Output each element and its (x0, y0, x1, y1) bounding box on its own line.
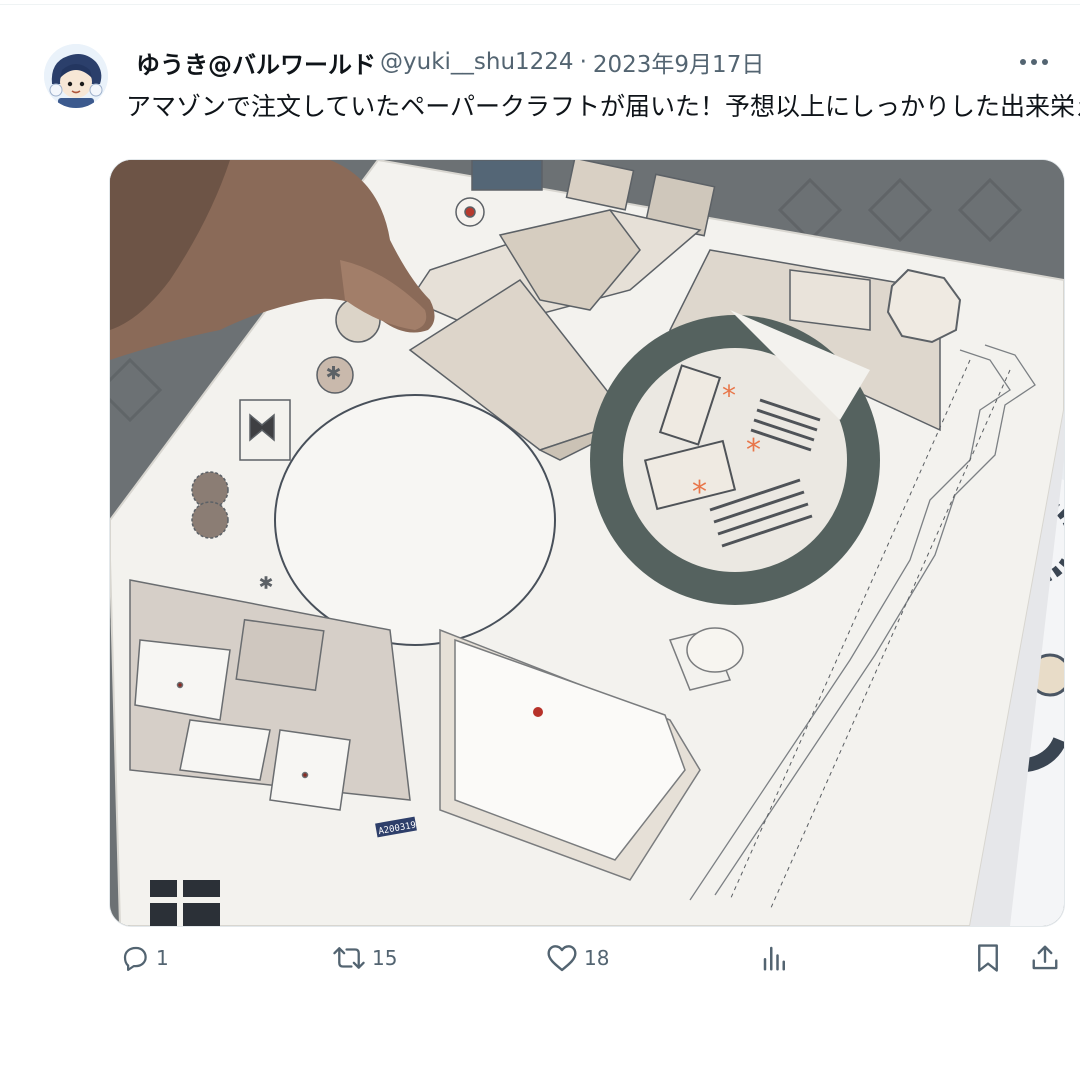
svg-text:*: * (327, 363, 340, 393)
share-button[interactable] (1030, 935, 1060, 981)
retweet-count: 15 (372, 946, 398, 970)
header-separator: · (579, 49, 587, 75)
reply-count: 1 (156, 946, 169, 970)
action-bar: 1 15 18 (0, 935, 1080, 981)
heart-icon (547, 945, 577, 972)
svg-text:*: * (746, 433, 761, 468)
retweet-icon (333, 947, 365, 969)
bookmark-icon (978, 944, 998, 972)
top-divider (0, 4, 1080, 5)
avatar-illustration (44, 44, 108, 108)
share-icon (1032, 945, 1058, 970)
svg-text:*: * (722, 379, 736, 412)
retweet-button[interactable]: 15 (332, 935, 397, 981)
svg-text:*: * (260, 573, 272, 601)
reply-button[interactable]: 1 (120, 935, 169, 981)
reply-icon (123, 946, 147, 971)
views-button[interactable] (760, 935, 790, 981)
tweet-date[interactable]: 2023年9月17日 (593, 45, 764, 79)
svg-text:*: * (692, 475, 707, 510)
papercraft-photo: * * * * * A200319 (110, 160, 1064, 926)
tweet-text: アマゾンで注文していたペーパークラフトが届いた！予想以上にしっかりした出来栄えw (126, 92, 1080, 121)
bookmark-button[interactable] (974, 935, 1002, 981)
tweet-photo[interactable]: * * * * * A200319 (110, 160, 1064, 926)
analytics-icon (763, 946, 785, 971)
author-handle[interactable]: @yuki__shu1224 (380, 49, 574, 75)
avatar[interactable] (44, 44, 108, 108)
more-dots-icon (1020, 59, 1048, 65)
author-display-name[interactable]: ゆうき@バルワールド (136, 45, 376, 80)
like-count: 18 (584, 946, 610, 970)
more-options-button[interactable] (1014, 44, 1054, 80)
tweet-header: ゆうき@バルワールド @yuki__shu1224 · 2023年9月17日 (136, 44, 764, 80)
like-button[interactable]: 18 (546, 935, 609, 981)
